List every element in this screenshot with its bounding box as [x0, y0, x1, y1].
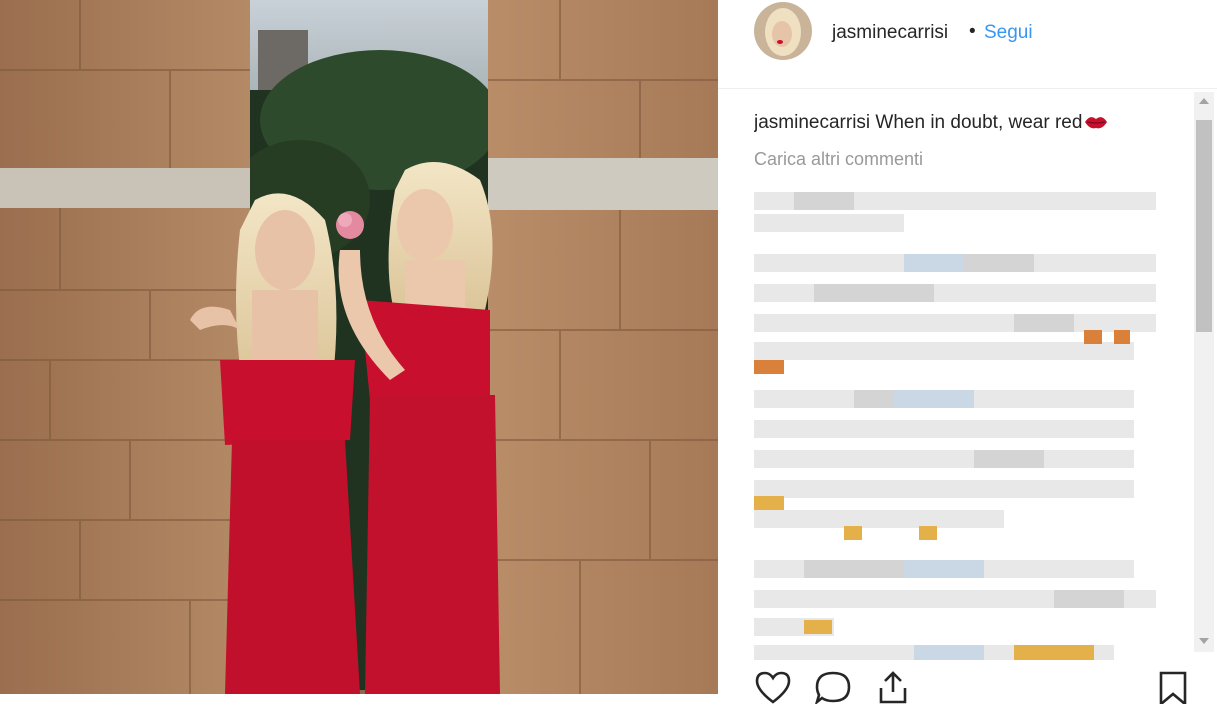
load-more-comments[interactable]: Carica altri commenti — [754, 149, 923, 170]
caption: jasminecarrisi When in doubt, wear red — [754, 112, 1108, 137]
separator-dot: • — [969, 21, 976, 42]
avatar[interactable] — [754, 2, 812, 60]
scroll-down-arrow[interactable] — [1199, 638, 1209, 644]
lips-icon — [1084, 113, 1108, 137]
post-actions — [718, 660, 1217, 707]
follow-button[interactable]: Segui — [984, 22, 1033, 44]
post-panel: jasminecarrisi • Segui jasminecarrisi Wh… — [718, 0, 1217, 707]
share-icon[interactable] — [874, 670, 912, 709]
username-link[interactable]: jasminecarrisi — [832, 22, 948, 44]
caption-username[interactable]: jasminecarrisi — [754, 112, 870, 133]
caption-text: When in doubt, wear red — [875, 112, 1083, 133]
scroll-thumb[interactable] — [1196, 120, 1212, 332]
post-photo[interactable] — [0, 0, 718, 694]
post-header: jasminecarrisi • Segui — [718, 0, 1217, 89]
heart-icon[interactable] — [754, 670, 792, 709]
scroll-up-arrow[interactable] — [1199, 98, 1209, 104]
bookmark-icon[interactable] — [1158, 670, 1188, 709]
comment-icon[interactable] — [814, 670, 852, 709]
comments-list[interactable]: jasminecarrisi When in doubt, wear red C… — [754, 100, 1194, 660]
blurred-comments — [754, 190, 1174, 660]
comments-scrollbar[interactable] — [1194, 92, 1214, 652]
photo-illustration — [0, 0, 718, 694]
